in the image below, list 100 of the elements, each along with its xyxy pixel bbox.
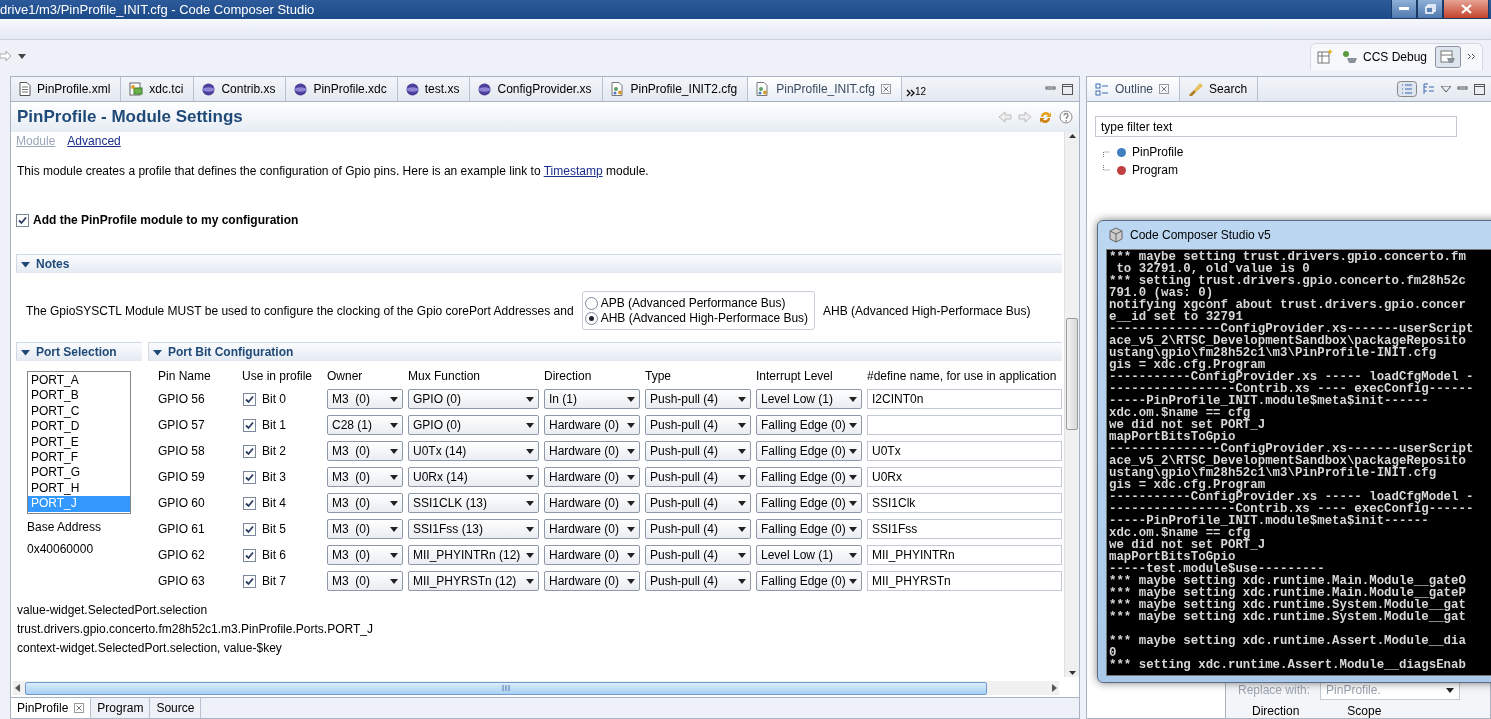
view-menu-icon[interactable] xyxy=(1441,86,1451,92)
dropdown[interactable]: Push-pull (4) xyxy=(645,415,751,435)
section-title[interactable]: Port Bit Configuration xyxy=(168,345,294,359)
scroll-left-arrow-icon[interactable] xyxy=(13,684,23,692)
checkbox[interactable] xyxy=(243,522,256,536)
dropdown[interactable]: M3 (0) xyxy=(327,571,403,591)
dropdown[interactable]: In (1) xyxy=(544,389,640,409)
dropdown[interactable]: Hardware (0) xyxy=(544,467,640,487)
page-tab[interactable]: PinProfile xyxy=(11,698,92,718)
define-name-field[interactable]: SSI1Clk xyxy=(867,493,1062,513)
checkbox[interactable] xyxy=(243,574,256,588)
dropdown[interactable]: MII_PHYRSTn (12) xyxy=(408,571,539,591)
maximize-icon[interactable] xyxy=(1474,83,1485,95)
checkbox[interactable] xyxy=(243,444,256,458)
dropdown-caret-icon[interactable] xyxy=(18,53,26,59)
port-item[interactable]: PORT_F xyxy=(28,449,130,466)
dropdown[interactable]: Level Low (1) xyxy=(756,389,862,409)
filter-field[interactable]: type filter text xyxy=(1095,116,1457,137)
section-title[interactable]: Notes xyxy=(36,257,70,271)
dropdown[interactable]: Falling Edge (0) xyxy=(756,571,862,591)
dropdown[interactable]: M3 (0) xyxy=(327,519,403,539)
define-name-field[interactable]: U0Rx xyxy=(867,467,1062,487)
dropdown[interactable]: Hardware (0) xyxy=(544,545,640,565)
dropdown[interactable]: GPIO (0) xyxy=(408,389,539,409)
refresh-icon[interactable] xyxy=(1038,109,1053,125)
section-title[interactable]: Port Selection xyxy=(36,345,117,359)
dropdown[interactable]: Hardware (0) xyxy=(544,415,640,435)
dropdown[interactable]: M3 (0) xyxy=(327,441,403,461)
editor-tab[interactable]: PinProfile.xml xyxy=(11,77,122,101)
checkbox[interactable] xyxy=(243,392,256,406)
dropdown[interactable]: Falling Edge (0) xyxy=(756,441,862,461)
perspective-button[interactable]: CCS Debug xyxy=(1338,47,1429,66)
dropdown[interactable]: Push-pull (4) xyxy=(645,519,751,539)
radio-button[interactable] xyxy=(584,296,598,310)
scroll-down-arrow-icon[interactable] xyxy=(1068,671,1076,675)
dropdown[interactable]: Hardware (0) xyxy=(544,441,640,461)
define-name-field[interactable]: MII_PHYRSTn xyxy=(867,571,1062,591)
dropdown[interactable]: Falling Edge (0) xyxy=(756,415,862,435)
define-name-field[interactable]: I2CINT0n xyxy=(867,389,1062,409)
tree-item[interactable]: PinProfile xyxy=(1103,143,1491,161)
chevron-icon[interactable] xyxy=(1467,53,1476,60)
close-icon[interactable] xyxy=(74,703,85,713)
dropdown[interactable]: Push-pull (4) xyxy=(645,493,751,513)
restore-button[interactable] xyxy=(1417,0,1443,19)
define-name-field[interactable]: MII_PHYINTRn xyxy=(867,545,1062,565)
dropdown[interactable]: SSI1CLK (13) xyxy=(408,493,539,513)
dropdown[interactable]: M3 (0) xyxy=(327,545,403,565)
dropdown[interactable]: Level Low (1) xyxy=(756,545,862,565)
dropdown[interactable]: Falling Edge (0) xyxy=(756,493,862,513)
dropdown[interactable]: U0Rx (14) xyxy=(408,467,539,487)
checkbox[interactable] xyxy=(243,418,256,432)
close-icon[interactable] xyxy=(880,84,891,94)
list-view-icon[interactable] xyxy=(1397,81,1417,97)
tree-view-icon[interactable] xyxy=(1423,83,1435,95)
open-perspective-icon[interactable] xyxy=(1316,49,1333,64)
expanded-triangle-icon[interactable] xyxy=(153,347,162,357)
radio-button[interactable] xyxy=(584,311,598,325)
scroll-thumb[interactable] xyxy=(1066,318,1078,430)
dropdown[interactable]: M3 (0) xyxy=(327,389,403,409)
expanded-triangle-icon[interactable] xyxy=(21,259,30,269)
expanded-triangle-icon[interactable] xyxy=(21,347,30,357)
page-link[interactable]: Advanced xyxy=(67,134,121,148)
port-item[interactable]: PORT_C xyxy=(28,403,130,420)
editor-tab[interactable]: test.xs xyxy=(397,77,471,101)
view-tab[interactable]: Search xyxy=(1180,77,1259,101)
editor-tab[interactable]: xdc.tci xyxy=(121,77,195,101)
dropdown[interactable]: M3 (0) xyxy=(327,467,403,487)
dropdown[interactable]: Hardware (0) xyxy=(544,493,640,513)
checkbox[interactable] xyxy=(243,496,256,510)
port-item[interactable]: PORT_H xyxy=(28,480,130,497)
dropdown[interactable]: Falling Edge (0) xyxy=(756,467,862,487)
timestamp-link[interactable]: Timestamp xyxy=(543,164,603,178)
editor-tab[interactable]: ConfigProvider.xs xyxy=(470,77,603,101)
port-item[interactable]: PORT_E xyxy=(28,434,130,450)
view-tab[interactable]: Outline xyxy=(1087,77,1181,101)
editor-tab[interactable]: Contrib.xs xyxy=(194,77,287,101)
dropdown[interactable]: Push-pull (4) xyxy=(645,571,751,591)
close-button[interactable] xyxy=(1443,0,1489,19)
page-tab[interactable]: Source xyxy=(150,698,202,718)
maximize-icon[interactable] xyxy=(1062,83,1073,95)
vertical-scrollbar[interactable] xyxy=(1064,132,1079,677)
dropdown[interactable]: SSI1Fss (13) xyxy=(408,519,539,539)
dropdown[interactable]: Push-pull (4) xyxy=(645,441,751,461)
port-item[interactable]: PORT_B xyxy=(28,388,130,404)
dropdown[interactable]: Hardware (0) xyxy=(544,571,640,591)
dropdown[interactable]: MII_PHYINTRn (12) xyxy=(408,545,539,565)
dropdown[interactable]: U0Tx (14) xyxy=(408,441,539,461)
scroll-up-arrow-icon[interactable] xyxy=(1068,134,1076,138)
dropdown[interactable]: Hardware (0) xyxy=(544,519,640,539)
minimize-button[interactable] xyxy=(1391,0,1417,19)
dropdown[interactable]: M3 (0) xyxy=(327,493,403,513)
port-item[interactable]: PORT_A xyxy=(28,373,130,389)
dropdown[interactable]: C28 (1) xyxy=(327,415,403,435)
define-name-field[interactable]: U0Tx xyxy=(867,441,1062,461)
define-name-field[interactable] xyxy=(867,415,1062,435)
editor-tab[interactable]: PinProfile.xdc xyxy=(286,77,398,101)
dropdown[interactable]: Push-pull (4) xyxy=(645,389,751,409)
checkbox[interactable] xyxy=(243,470,256,484)
define-name-field[interactable]: SSI1Fss xyxy=(867,519,1062,539)
help-icon[interactable] xyxy=(1059,110,1073,124)
